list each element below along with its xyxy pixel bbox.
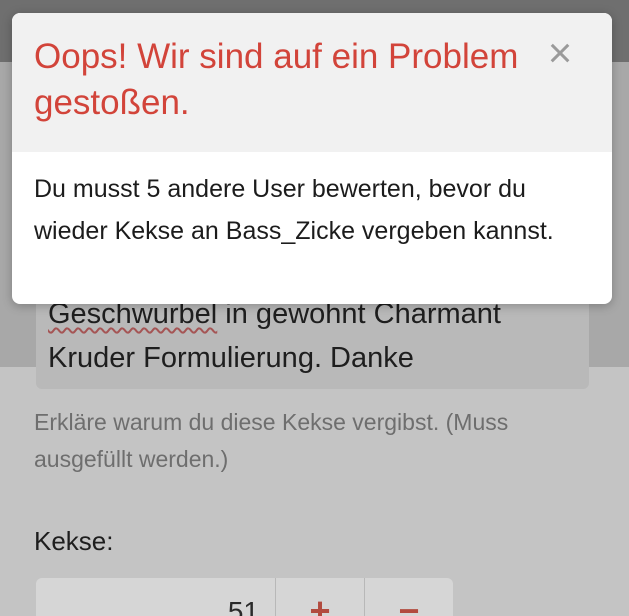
decrement-button[interactable]: − <box>364 578 453 616</box>
kekse-label: Kekse: <box>34 526 114 556</box>
modal-header: Oops! Wir sind auf ein Problem gestoßen.… <box>12 13 612 152</box>
modal-title: Oops! Wir sind auf ein Problem gestoßen. <box>34 37 519 122</box>
modal-message: Du musst 5 andere User bewerten, bevor d… <box>34 175 554 245</box>
kekse-value-input[interactable]: 51 <box>36 578 275 616</box>
close-icon[interactable]: × <box>540 32 580 74</box>
reason-text-line2: Kruder Formulierung. Danke <box>48 342 414 374</box>
increment-button[interactable]: + <box>275 578 364 616</box>
error-modal: Oops! Wir sind auf ein Problem gestoßen.… <box>12 13 612 304</box>
help-text: Erkläre warum du diese Kekse vergibst. (… <box>34 409 509 472</box>
kekse-stepper: 51 + − <box>36 578 453 616</box>
